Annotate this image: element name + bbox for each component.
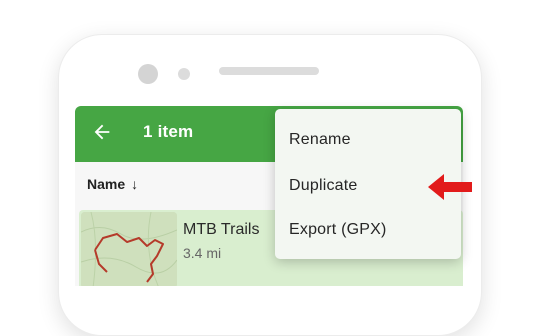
track-distance: 3.4 mi	[183, 245, 222, 261]
red-arrow-icon	[428, 174, 472, 200]
sort-label: Name	[87, 176, 126, 192]
menu-item-export-gpx[interactable]: Export (GPX)	[289, 221, 387, 245]
map-thumbnail	[81, 212, 177, 286]
menu-item-duplicate[interactable]: Duplicate	[289, 177, 358, 201]
camera-icon	[138, 64, 158, 84]
selection-count-title: 1 item	[143, 122, 194, 141]
track-name: MTB Trails	[183, 221, 260, 238]
speaker-grille	[219, 67, 319, 75]
arrow-back-icon[interactable]	[91, 121, 113, 143]
arrow-down-icon: ↓	[131, 176, 139, 192]
sensor-icon	[178, 68, 190, 80]
menu-item-rename[interactable]: Rename	[289, 131, 351, 155]
sort-control[interactable]: Name ↓	[87, 176, 138, 192]
